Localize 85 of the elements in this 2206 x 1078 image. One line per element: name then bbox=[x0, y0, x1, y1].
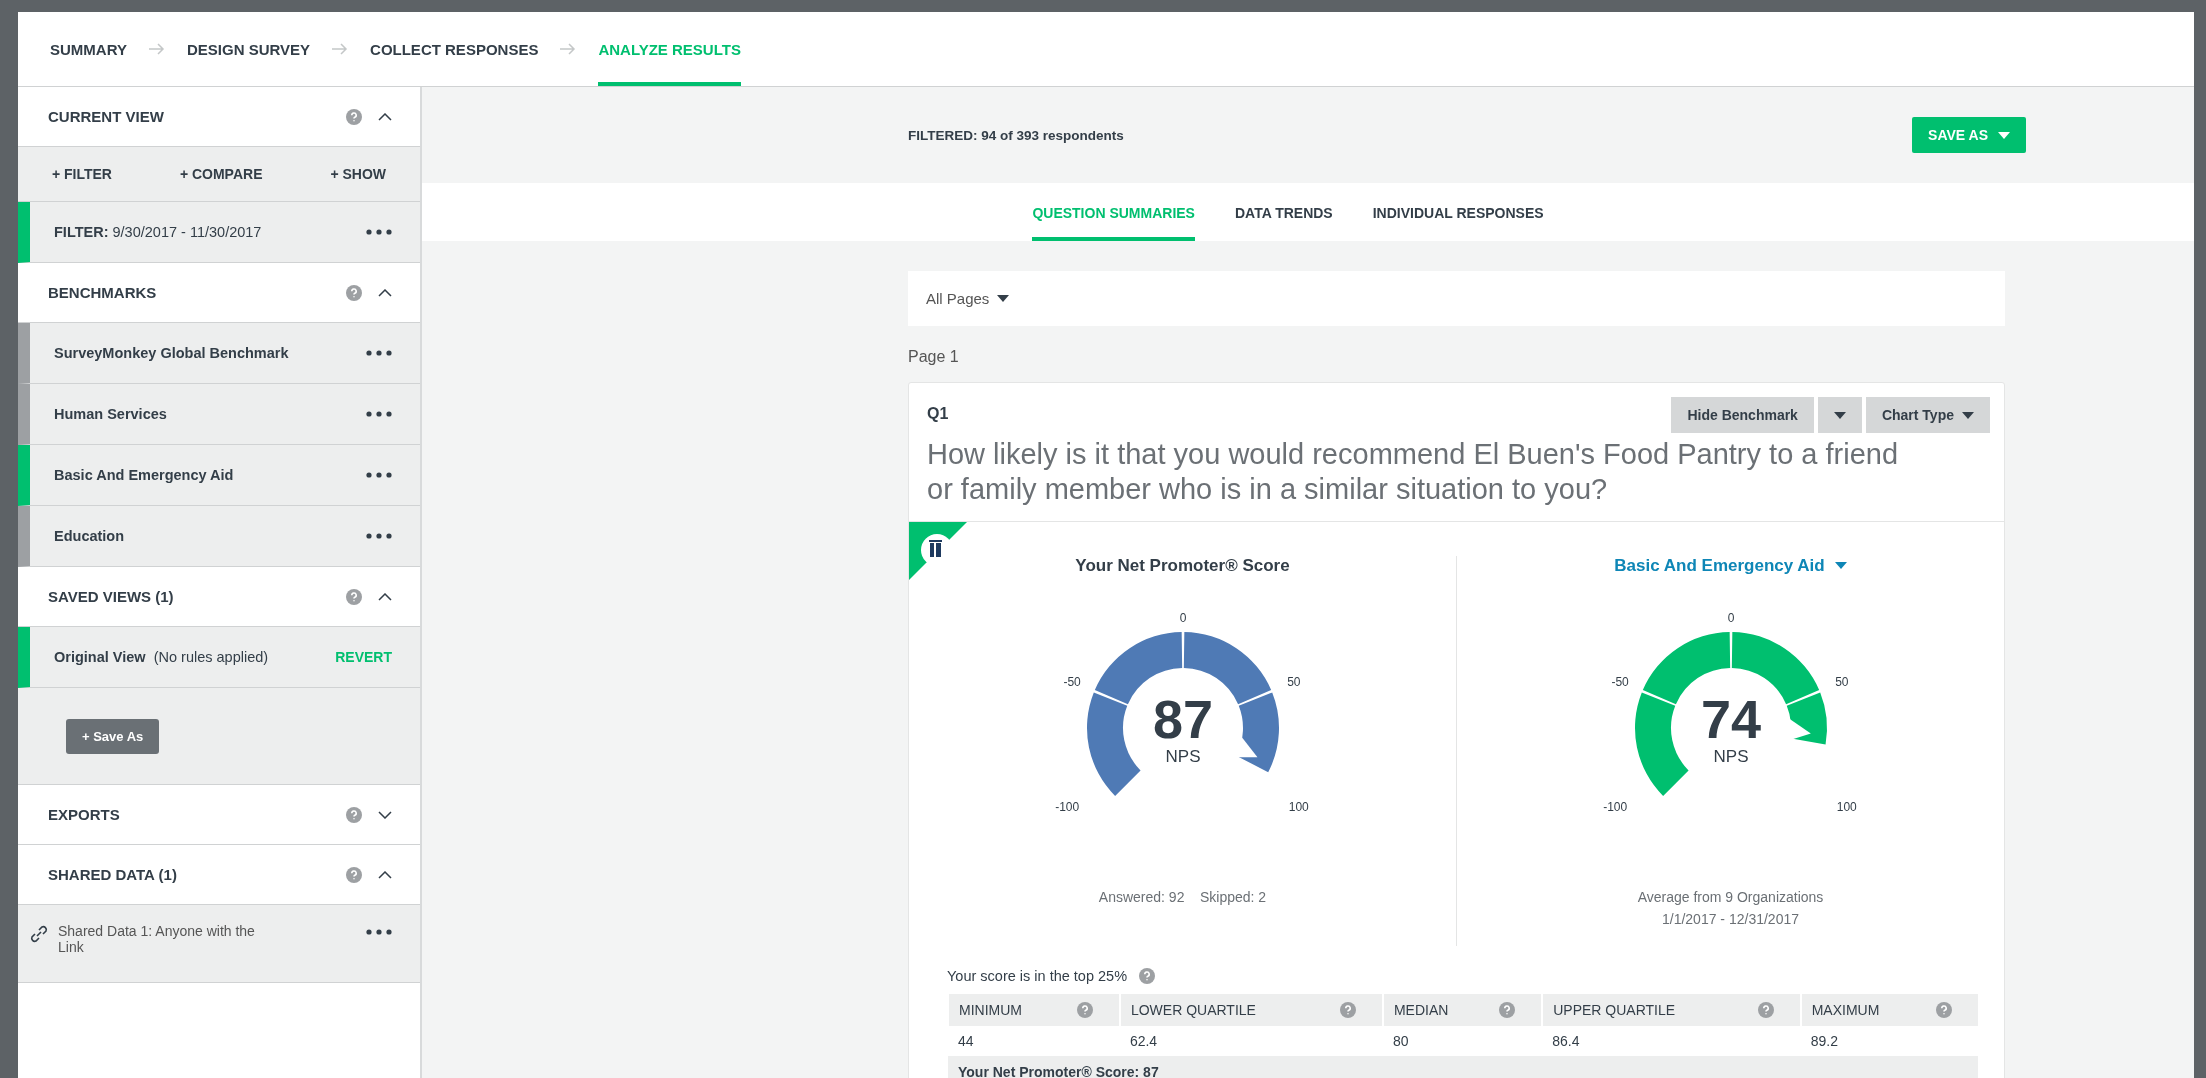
section-title: BENCHMARKS bbox=[48, 284, 158, 301]
gauge-note: Average from 9 Organizations bbox=[1637, 887, 1824, 907]
help-icon[interactable] bbox=[346, 108, 362, 125]
benchmark-item[interactable]: SurveyMonkey Global Benchmark bbox=[18, 323, 420, 384]
page-label: Page 1 bbox=[908, 348, 960, 366]
section-title: CURRENT VIEW bbox=[48, 108, 165, 125]
help-icon[interactable] bbox=[346, 806, 362, 823]
gauge-note: Answered: 92 Skipped: 2 bbox=[1098, 887, 1267, 907]
benchmark-item[interactable]: Human Services bbox=[18, 384, 420, 445]
dropdown-button[interactable] bbox=[1817, 397, 1862, 433]
rank-text: Your score is in the top 25% bbox=[947, 968, 1128, 985]
tick-label: -50 bbox=[1610, 674, 1629, 689]
arrow-icon bbox=[332, 43, 349, 55]
benchmark-item[interactable]: Education bbox=[18, 506, 420, 567]
section-title: SHARED DATA (1) bbox=[48, 866, 178, 883]
tick-label: -100 bbox=[1602, 799, 1627, 814]
tick-label: 100 bbox=[1836, 799, 1857, 814]
table-cell: 89.2 bbox=[1800, 1026, 1978, 1057]
more-icon[interactable] bbox=[366, 411, 392, 417]
arrow-icon bbox=[560, 43, 577, 55]
tab[interactable]: INDIVIDUAL RESPONSES bbox=[1372, 183, 1544, 241]
workflow-step[interactable]: COLLECT RESPONSES bbox=[370, 12, 539, 86]
more-icon[interactable] bbox=[366, 533, 392, 539]
tick-label: 50 bbox=[1286, 674, 1301, 689]
tick-label: -50 bbox=[1062, 674, 1081, 689]
score-value: 87 bbox=[1152, 688, 1213, 749]
workflow-step[interactable]: DESIGN SURVEY bbox=[186, 12, 311, 86]
benchmark-item[interactable]: Basic And Emergency Aid bbox=[18, 445, 420, 506]
section-title: SAVED VIEWS (1) bbox=[48, 588, 175, 605]
caret-icon bbox=[1998, 131, 2010, 139]
hide-benchmark-button[interactable]: Hide Benchmark bbox=[1671, 397, 1814, 433]
score-unit: NPS bbox=[1165, 746, 1200, 766]
column-header: UPPER QUARTILE bbox=[1553, 1002, 1676, 1019]
more-icon[interactable] bbox=[366, 350, 392, 356]
chart-type-button[interactable]: Chart Type bbox=[1865, 397, 1990, 433]
filter-item[interactable]: FILTER: 9/30/2017 - 11/30/2017 bbox=[18, 202, 420, 263]
caret-icon bbox=[997, 295, 1010, 302]
add-rule-button[interactable]: + SHOW bbox=[322, 166, 394, 182]
help-icon[interactable] bbox=[346, 284, 362, 301]
more-icon[interactable] bbox=[366, 472, 392, 478]
table-cell: 62.4 bbox=[1119, 1026, 1383, 1057]
page-dropdown[interactable]: All Pages bbox=[908, 271, 2005, 326]
more-icon[interactable] bbox=[366, 929, 392, 935]
gauge-title: Your Net Promoter® Score bbox=[1075, 555, 1290, 576]
table-cell: 44 bbox=[948, 1026, 1120, 1057]
arrow-icon bbox=[148, 43, 165, 55]
add-rule-button[interactable]: + COMPARE bbox=[171, 166, 271, 182]
collapse-icon[interactable] bbox=[378, 870, 392, 879]
column-header: LOWER QUARTILE bbox=[1130, 1002, 1256, 1019]
column-header: MEDIAN bbox=[1393, 1002, 1449, 1019]
link-icon bbox=[28, 923, 50, 945]
tick-label: 0 bbox=[1179, 610, 1186, 625]
score-summary: Your Net Promoter® Score: 87 bbox=[958, 1064, 1159, 1078]
question-number: Q1 bbox=[927, 404, 950, 423]
caret-icon bbox=[1834, 562, 1847, 570]
collapse-icon[interactable] bbox=[378, 288, 392, 297]
caret-icon bbox=[1962, 411, 1974, 419]
score-unit: NPS bbox=[1713, 746, 1748, 766]
tab[interactable]: DATA TRENDS bbox=[1234, 183, 1333, 241]
saved-view-item[interactable]: Original View (No rules applied) REVERT bbox=[18, 627, 420, 688]
filter-status: FILTERED: 94 of 393 respondents bbox=[908, 127, 1124, 143]
caret-icon bbox=[1833, 411, 1846, 419]
collapse-icon[interactable] bbox=[378, 592, 392, 601]
tick-label: -100 bbox=[1054, 799, 1079, 814]
workflow-step[interactable]: SUMMARY bbox=[50, 12, 127, 86]
help-icon[interactable] bbox=[346, 866, 362, 883]
expand-icon[interactable] bbox=[378, 810, 392, 819]
section-title: EXPORTS bbox=[48, 806, 121, 823]
tick-label: 0 bbox=[1727, 610, 1734, 625]
question-text: How likely is it that you would recommend El Buen's Food Pantry to a friend or family member who is in a similar situation to you? bbox=[909, 433, 2004, 522]
add-rule-button[interactable]: + FILTER bbox=[43, 166, 120, 182]
collapse-icon[interactable] bbox=[378, 112, 392, 121]
score-value: 74 bbox=[1700, 688, 1761, 749]
column-header: MINIMUM bbox=[959, 1002, 1022, 1019]
benchmark-dropdown[interactable]: Basic And Emergency Aid bbox=[1614, 555, 1847, 576]
help-icon[interactable] bbox=[346, 588, 362, 605]
more-icon[interactable] bbox=[366, 229, 392, 235]
help-icon[interactable] bbox=[1139, 968, 1156, 985]
table-cell: 80 bbox=[1382, 1026, 1543, 1057]
gauge-note: 1/1/2017 - 12/31/2017 bbox=[1662, 910, 1799, 929]
tick-label: 100 bbox=[1288, 799, 1309, 814]
tick-label: 50 bbox=[1834, 674, 1849, 689]
save-as-button[interactable]: + Save As bbox=[66, 718, 160, 754]
column-header: MAXIMUM bbox=[1811, 1002, 1880, 1019]
table-cell: 86.4 bbox=[1542, 1026, 1801, 1057]
